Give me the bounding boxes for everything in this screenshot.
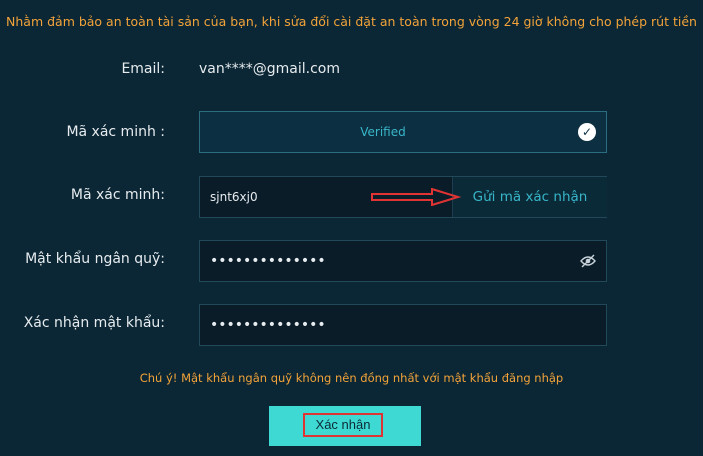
fund-password-label: Mật khẩu ngân quỹ: bbox=[25, 251, 165, 267]
confirm-password-input[interactable] bbox=[200, 305, 570, 345]
verify-label: Mã xác minh : bbox=[66, 124, 165, 140]
eye-off-icon[interactable] bbox=[580, 254, 596, 268]
password-hint: Chú ý! Mật khẩu ngân quỹ không nên đồng … bbox=[139, 371, 564, 385]
verified-field[interactable]: Verified ✓ bbox=[199, 111, 607, 153]
email-value: van****@gmail.com bbox=[199, 61, 340, 77]
confirm-button-label: Xác nhận bbox=[303, 413, 383, 437]
email-label: Email: bbox=[121, 61, 165, 77]
verified-text: Verified bbox=[360, 125, 406, 139]
security-notice: Nhằm đảm bảo an toàn tài sản của bạn, kh… bbox=[6, 14, 697, 29]
fund-password-field bbox=[199, 240, 607, 282]
confirm-button[interactable]: Xác nhận bbox=[269, 406, 421, 446]
send-code-button[interactable]: Gửi mã xác nhận bbox=[452, 177, 607, 217]
confirm-password-field bbox=[199, 304, 607, 346]
confirm-password-label: Xác nhận mật khẩu: bbox=[23, 315, 165, 331]
fund-password-input[interactable] bbox=[200, 241, 570, 281]
code-label: Mã xác minh: bbox=[70, 187, 165, 203]
check-circle-icon: ✓ bbox=[578, 123, 596, 141]
arrow-right-icon bbox=[371, 188, 462, 206]
